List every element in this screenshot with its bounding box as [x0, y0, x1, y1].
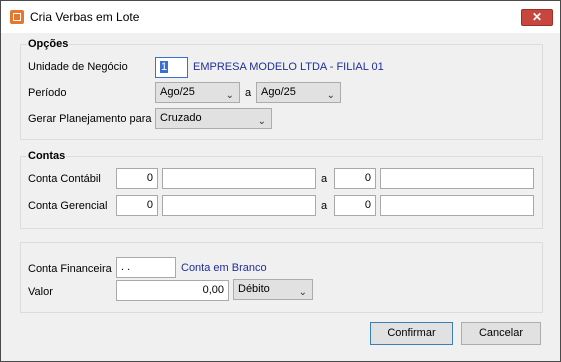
dialog-window: Cria Verbas em Lote ✕ Opções Unidade de … — [0, 0, 561, 362]
contas-group — [20, 156, 543, 229]
conta-contabil-from-desc[interactable] — [162, 168, 316, 189]
conta-gerencial-to-desc[interactable] — [380, 195, 534, 216]
conta-gerencial-from-input[interactable]: 0 — [116, 195, 158, 216]
conta-gerencial-from-desc[interactable] — [162, 195, 316, 216]
periodo-from-select[interactable]: Ago/25 ⌄ — [155, 82, 240, 103]
planejamento-select[interactable]: Cruzado ⌄ — [155, 108, 272, 129]
opcoes-group-label: Opções — [27, 38, 70, 50]
tipo-select[interactable]: Débito ⌄ — [233, 279, 313, 300]
conta-contabil-separator: a — [321, 173, 328, 185]
chevron-down-icon: ⌄ — [257, 116, 266, 127]
cancelar-button[interactable]: Cancelar — [461, 322, 541, 345]
app-icon — [10, 10, 24, 24]
chevron-down-icon: ⌄ — [298, 287, 307, 298]
chevron-down-icon: ⌄ — [225, 90, 234, 101]
periodo-label: Período — [28, 87, 67, 99]
periodo-to-select[interactable]: Ago/25 ⌄ — [256, 82, 341, 103]
title-bar: Cria Verbas em Lote ✕ — [1, 1, 560, 33]
valor-label: Valor — [28, 286, 53, 298]
conta-contabil-from-input[interactable]: 0 — [116, 168, 158, 189]
close-button[interactable]: ✕ — [521, 9, 553, 26]
valor-input[interactable]: 0,00 — [116, 280, 229, 301]
planejamento-label: Gerar Planejamento para — [28, 113, 152, 125]
conta-financeira-description: Conta em Branco — [181, 262, 267, 274]
conta-financeira-input[interactable]: . . — [116, 257, 176, 278]
conta-gerencial-to-input[interactable]: 0 — [334, 195, 376, 216]
periodo-separator: a — [245, 87, 252, 99]
unidade-description: EMPRESA MODELO LTDA - FILIAL 01 — [193, 61, 384, 73]
conta-contabil-to-desc[interactable] — [380, 168, 534, 189]
unidade-input[interactable]: 1 — [155, 57, 188, 78]
conta-contabil-label: Conta Contábil — [28, 173, 101, 185]
unidade-label: Unidade de Negócio — [28, 61, 128, 73]
conta-contabil-to-input[interactable]: 0 — [334, 168, 376, 189]
conta-financeira-label: Conta Financeira — [28, 263, 112, 275]
conta-gerencial-label: Conta Gerencial — [28, 200, 108, 212]
contas-group-label: Contas — [27, 150, 67, 162]
window-title: Cria Verbas em Lote — [30, 10, 140, 24]
chevron-down-icon: ⌄ — [326, 90, 335, 101]
financeiro-group — [20, 242, 543, 313]
conta-gerencial-separator: a — [321, 200, 328, 212]
confirmar-button[interactable]: Confirmar — [370, 322, 453, 345]
